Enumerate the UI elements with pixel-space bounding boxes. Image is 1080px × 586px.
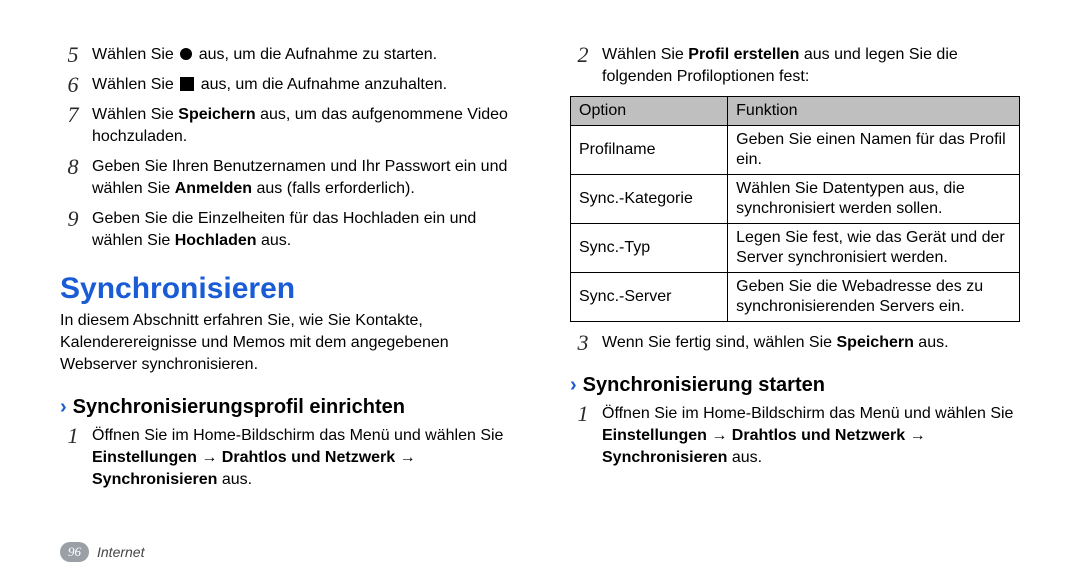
text-run: Wenn Sie fertig sind, wählen Sie: [602, 334, 837, 351]
right-top-steps: 2 Wählen Sie Profil erstellen aus und leg…: [570, 44, 1020, 88]
step-text: Wählen Sie aus, um die Aufnahme anzuhalt…: [92, 74, 447, 96]
step-number: 7: [60, 104, 86, 126]
page-footer: 96 Internet: [60, 542, 144, 562]
step-text: Geben Sie Ihren Benutzernamen und Ihr Pa…: [92, 156, 510, 200]
text-run: Wählen Sie: [92, 106, 178, 123]
subheading-label: Synchronisierung starten: [583, 374, 825, 396]
step-number: 1: [60, 425, 86, 447]
step-text: Geben Sie die Einzelheiten für das Hochl…: [92, 208, 510, 252]
step-text: Wählen Sie Speichern aus, um das aufgeno…: [92, 104, 510, 148]
record-circle-icon: [180, 48, 192, 60]
numbered-step: 6 Wählen Sie aus, um die Aufnahme anzuhal…: [60, 74, 510, 96]
option-function-cell: Geben Sie die Webadresse des zu synchron…: [728, 273, 1020, 322]
left-text-steps: 7 Wählen Sie Speichern aus, um das aufgen…: [60, 104, 510, 252]
table-row: Sync.-TypLegen Sie fest, wie das Gerät u…: [571, 224, 1020, 273]
option-function-cell: Geben Sie einen Namen für das Profil ein…: [728, 126, 1020, 175]
columns: 5 Wählen Sie aus, um die Aufnahme zu star…: [60, 40, 1020, 499]
chevron-right-icon: ›: [60, 396, 67, 418]
table-row: Sync.-ServerGeben Sie die Webadresse des…: [571, 273, 1020, 322]
footer-section-name: Internet: [97, 544, 144, 560]
bold-text: Speichern: [837, 334, 914, 351]
page-number-badge: 96: [60, 542, 89, 562]
step-text: Wenn Sie fertig sind, wählen Sie Speiche…: [602, 332, 949, 354]
table-header-option: Option: [571, 97, 728, 126]
step-number: 1: [570, 403, 596, 425]
text-run: aus (falls erforderlich).: [252, 180, 415, 197]
step-text: Öffnen Sie im Home-Bildschirm das Menü u…: [602, 403, 1020, 469]
bold-text: Synchronisieren: [92, 471, 217, 488]
step-number: 5: [60, 44, 86, 66]
text-run: Öffnen Sie im Home-Bildschirm das Menü u…: [602, 405, 1013, 422]
options-table-body: ProfilnameGeben Sie einen Namen für das …: [571, 126, 1020, 322]
option-name-cell: Sync.-Kategorie: [571, 175, 728, 224]
numbered-step: 9 Geben Sie die Einzelheiten für das Hoch…: [60, 208, 510, 252]
table-header-row: Option Funktion: [571, 97, 1020, 126]
options-table: Option Funktion ProfilnameGeben Sie eine…: [570, 96, 1020, 322]
numbered-step: 1 Öffnen Sie im Home-Bildschirm das Menü …: [570, 403, 1020, 469]
text-run: aus.: [257, 232, 292, 249]
text-run: aus.: [217, 471, 252, 488]
numbered-step: 8 Geben Sie Ihren Benutzernamen und Ihr P…: [60, 156, 510, 200]
bold-text: Einstellungen: [92, 449, 197, 466]
option-function-cell: Legen Sie fest, wie das Gerät und der Se…: [728, 224, 1020, 273]
arrow-separator: →: [905, 427, 925, 444]
right-column: 2 Wählen Sie Profil erstellen aus und leg…: [570, 40, 1020, 499]
option-name-cell: Sync.-Server: [571, 273, 728, 322]
numbered-step: 3 Wenn Sie fertig sind, wählen Sie Speich…: [570, 332, 1020, 354]
text-run: Wählen Sie: [92, 46, 178, 63]
text-run: aus.: [914, 334, 949, 351]
table-header-function: Funktion: [728, 97, 1020, 126]
table-row: Sync.-KategorieWählen Sie Datentypen aus…: [571, 175, 1020, 224]
numbered-step: 5 Wählen Sie aus, um die Aufnahme zu star…: [60, 44, 510, 66]
text-run: aus, um die Aufnahme zu starten.: [194, 46, 437, 63]
arrow-separator: →: [707, 427, 732, 444]
text-run: Öffnen Sie im Home-Bildschirm das Menü u…: [92, 427, 503, 444]
numbered-step: 1 Öffnen Sie im Home-Bildschirm das Menü …: [60, 425, 510, 491]
start-sync-steps: 1 Öffnen Sie im Home-Bildschirm das Menü …: [570, 403, 1020, 469]
bold-text: Einstellungen: [602, 427, 707, 444]
bold-text: Speichern: [178, 106, 255, 123]
stop-square-icon: [180, 77, 194, 91]
step-number: 9: [60, 208, 86, 230]
step-text: Wählen Sie aus, um die Aufnahme zu start…: [92, 44, 437, 66]
text-run: Wählen Sie: [602, 46, 688, 63]
step-number: 8: [60, 156, 86, 178]
subheading-start-sync: › Synchronisierung starten: [570, 374, 1020, 397]
arrow-separator: →: [197, 449, 222, 466]
left-icon-steps: 5 Wählen Sie aus, um die Aufnahme zu star…: [60, 44, 510, 96]
manual-page: 5 Wählen Sie aus, um die Aufnahme zu star…: [0, 0, 1080, 586]
bold-text: Drahtlos und Netzwerk: [732, 427, 905, 444]
subheading-label: Synchronisierungsprofil einrichten: [73, 396, 405, 418]
table-row: ProfilnameGeben Sie einen Namen für das …: [571, 126, 1020, 175]
numbered-step: 7 Wählen Sie Speichern aus, um das aufgen…: [60, 104, 510, 148]
bold-text: Anmelden: [175, 180, 252, 197]
bold-text: Hochladen: [175, 232, 257, 249]
subheading-setup-profile: › Synchronisierungsprofil einrichten: [60, 396, 510, 419]
numbered-step: 2 Wählen Sie Profil erstellen aus und leg…: [570, 44, 1020, 88]
intro-paragraph: In diesem Abschnitt erfahren Sie, wie Si…: [60, 310, 510, 376]
step-number: 2: [570, 44, 596, 66]
text-run: Wählen Sie: [92, 76, 178, 93]
bold-text: Drahtlos und Netzwerk: [222, 449, 395, 466]
section-heading: Synchronisieren: [60, 272, 510, 306]
bold-text: Synchronisieren: [602, 449, 727, 466]
text-run: aus.: [727, 449, 762, 466]
step-number: 3: [570, 332, 596, 354]
option-name-cell: Profilname: [571, 126, 728, 175]
step-text: Öffnen Sie im Home-Bildschirm das Menü u…: [92, 425, 510, 491]
step-text: Wählen Sie Profil erstellen aus und lege…: [602, 44, 1020, 88]
left-column: 5 Wählen Sie aus, um die Aufnahme zu star…: [60, 40, 510, 499]
bold-text: Profil erstellen: [688, 46, 799, 63]
step-number: 6: [60, 74, 86, 96]
text-run: aus, um die Aufnahme anzuhalten.: [196, 76, 447, 93]
option-function-cell: Wählen Sie Datentypen aus, die synchroni…: [728, 175, 1020, 224]
option-name-cell: Sync.-Typ: [571, 224, 728, 273]
chevron-right-icon: ›: [570, 374, 577, 396]
arrow-separator: →: [395, 449, 415, 466]
right-after-steps: 3 Wenn Sie fertig sind, wählen Sie Speich…: [570, 332, 1020, 354]
setup-profile-steps: 1 Öffnen Sie im Home-Bildschirm das Menü …: [60, 425, 510, 491]
